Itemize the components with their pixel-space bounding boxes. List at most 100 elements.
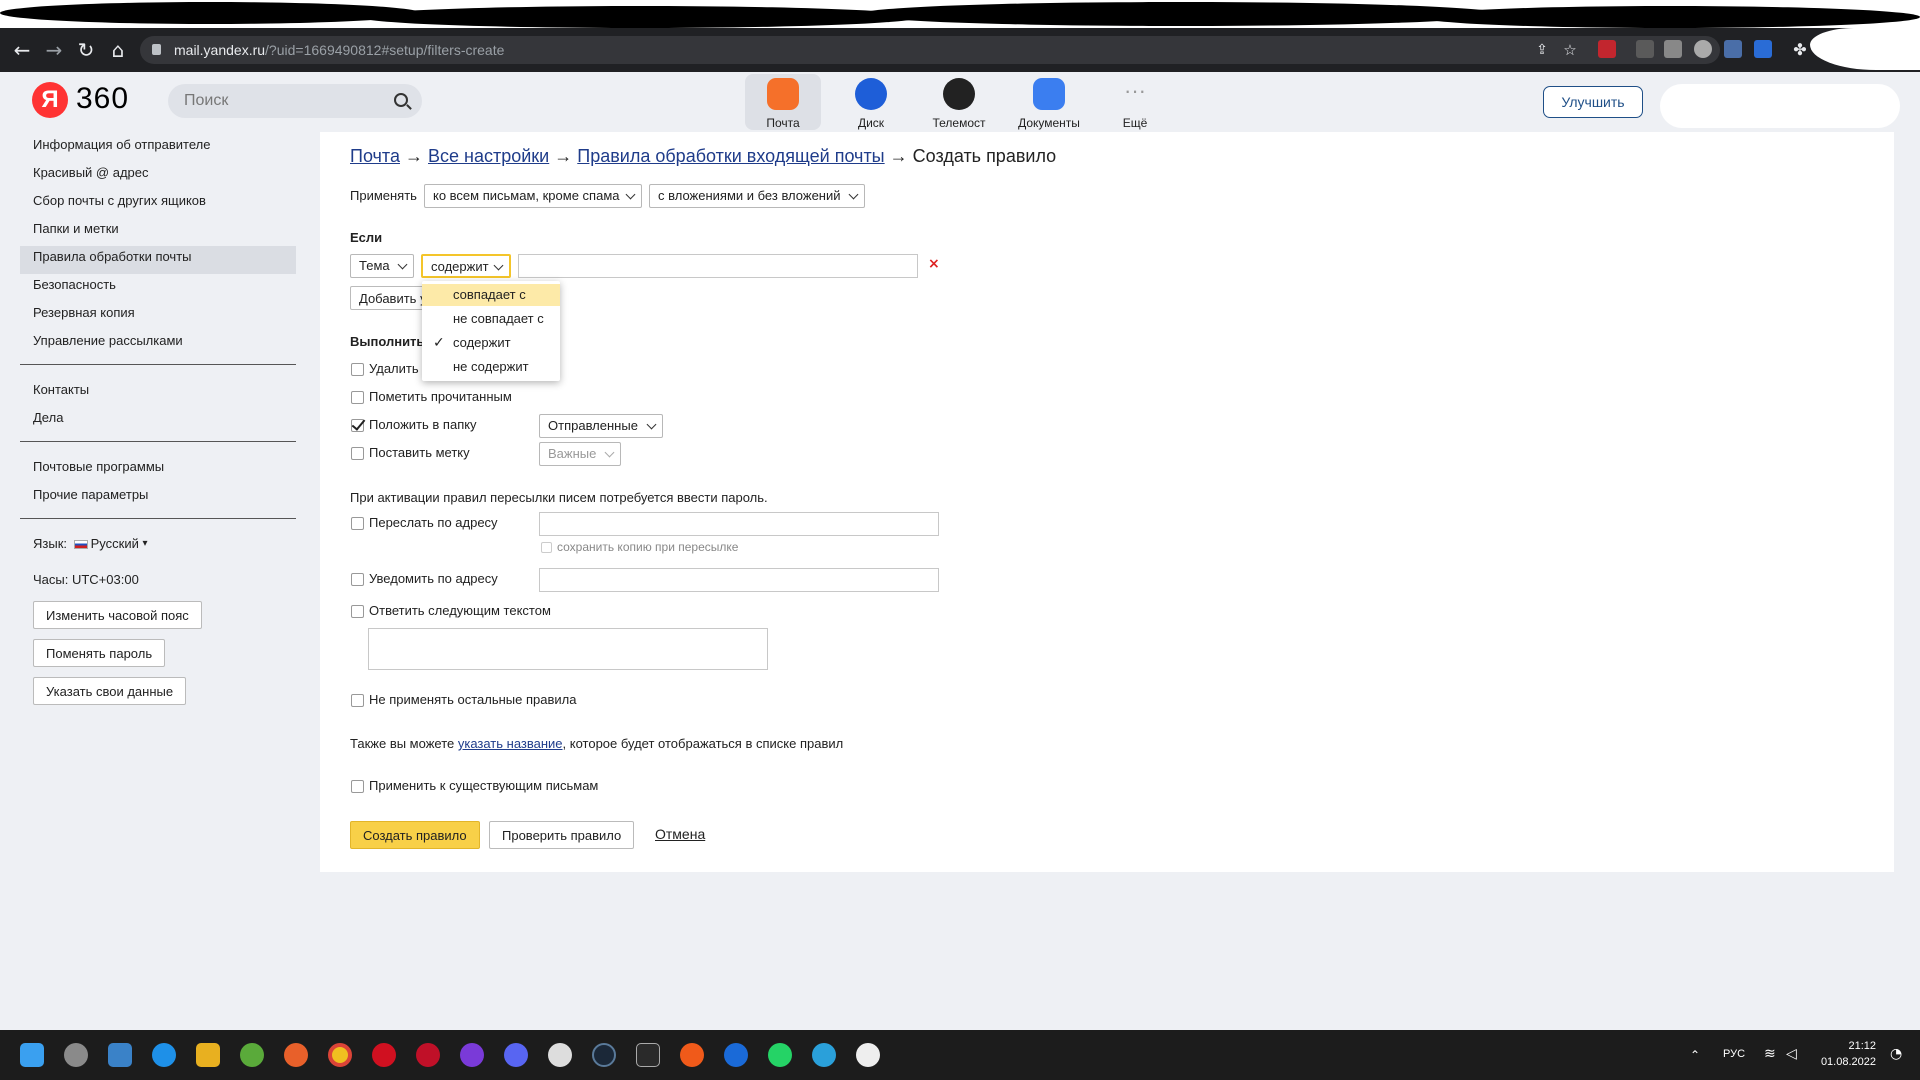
condition-field-select[interactable]: Тема (350, 254, 414, 278)
delete-checkbox[interactable] (351, 363, 364, 376)
service-documents[interactable]: Документы (1009, 74, 1089, 130)
shield-extension-icon[interactable] (1694, 40, 1712, 58)
option-contains[interactable]: ✓ содержит (422, 332, 560, 354)
create-rule-button[interactable]: Создать правило (350, 821, 480, 849)
app-icon[interactable] (548, 1043, 572, 1067)
set-label-checkbox[interactable] (351, 447, 364, 460)
back-icon[interactable]: ← (10, 38, 34, 62)
extension-icon[interactable] (1598, 40, 1616, 58)
home-icon[interactable]: ⌂ (106, 38, 130, 62)
folder-select[interactable]: Отправленные (539, 414, 663, 438)
input-language[interactable]: РУС (1723, 1048, 1745, 1060)
sidebar-item-sender-info[interactable]: Информация об отправителе (20, 134, 296, 162)
app-icon[interactable] (856, 1043, 880, 1067)
utorrent-icon[interactable] (240, 1043, 264, 1067)
telegram-icon[interactable] (812, 1043, 836, 1067)
option-not-equals[interactable]: не совпадает с (422, 308, 560, 330)
service-telemost[interactable]: Телемост (921, 74, 997, 130)
language-selector[interactable]: Русский (91, 536, 139, 551)
sidebar-item-nice-address[interactable]: Красивый @ адрес (20, 162, 296, 190)
app-icon[interactable] (460, 1043, 484, 1067)
volume-icon[interactable]: ◁ (1786, 1046, 1797, 1062)
change-timezone-button[interactable]: Изменить часовой пояс (33, 601, 202, 629)
puzzle-icon[interactable]: ✤ (1788, 38, 1812, 62)
clock-time[interactable]: 21:12 (1812, 1040, 1876, 1052)
chrome-icon[interactable] (328, 1043, 352, 1067)
discord-icon[interactable] (504, 1043, 528, 1067)
bookmark-star-icon[interactable]: ☆ (1558, 38, 1582, 62)
sidebar-item-security[interactable]: Безопасность (20, 274, 296, 302)
notify-checkbox[interactable] (351, 573, 364, 586)
wifi-icon[interactable]: ≋ (1764, 1046, 1776, 1062)
upgrade-button[interactable]: Улучшить (1543, 86, 1643, 118)
battlenet-icon[interactable] (724, 1043, 748, 1067)
service-mail[interactable]: Почта (745, 74, 821, 130)
sidebar-item-backup[interactable]: Резервная копия (20, 302, 296, 330)
check-rule-button[interactable]: Проверить правило (489, 821, 635, 849)
firefox-icon[interactable] (284, 1043, 308, 1067)
search-box[interactable] (168, 84, 422, 118)
opera-icon[interactable] (372, 1043, 396, 1067)
label-select[interactable]: Важные (539, 442, 621, 466)
sidebar-item-mail-programs[interactable]: Почтовые программы (20, 456, 296, 484)
yandex-logo-icon[interactable]: Я (32, 82, 68, 118)
condition-value-input[interactable] (518, 254, 918, 278)
attachments-select[interactable]: с вложениями и без вложений (649, 184, 865, 208)
stop-rules-checkbox[interactable] (351, 694, 364, 707)
v-extension-icon[interactable] (1754, 40, 1772, 58)
service-disk[interactable]: Диск (833, 74, 909, 130)
notifications-icon[interactable]: ◔ (1890, 1046, 1902, 1062)
start-icon[interactable] (20, 1043, 44, 1067)
sidebar-item-other-params[interactable]: Прочие параметры (20, 484, 296, 512)
reload-icon[interactable]: ↻ (74, 38, 98, 62)
reply-checkbox[interactable] (351, 605, 364, 618)
forward-checkbox[interactable] (351, 517, 364, 530)
translate-extension-icon[interactable] (1724, 40, 1742, 58)
lightning-icon[interactable] (152, 1043, 176, 1067)
adblock-extension-icon[interactable] (1636, 40, 1654, 58)
language-caret-icon[interactable]: ▾ (143, 538, 148, 549)
sidebar-item-subscriptions[interactable]: Управление рассылками (20, 330, 296, 358)
sidebar-item-folders[interactable]: Папки и метки (20, 218, 296, 246)
sidebar-item-contacts[interactable]: Контакты (20, 379, 296, 407)
move-to-folder-checkbox[interactable] (351, 419, 364, 432)
change-password-button[interactable]: Поменять пароль (33, 639, 166, 667)
monitor-icon[interactable] (108, 1043, 132, 1067)
cancel-link[interactable]: Отмена (655, 826, 705, 842)
personal-data-button[interactable]: Указать свои данные (33, 677, 187, 705)
search-icon[interactable] (394, 93, 408, 107)
sidebar-item-mail-collector[interactable]: Сбор почты с других ящиков (20, 190, 296, 218)
whatsapp-icon[interactable] (768, 1043, 792, 1067)
steam-icon[interactable] (592, 1043, 616, 1067)
keep-copy-checkbox[interactable] (541, 542, 552, 553)
reply-text-area[interactable] (368, 628, 768, 670)
origin-icon[interactable] (680, 1043, 704, 1067)
condition-operator-select[interactable]: содержит (421, 254, 511, 278)
sidebar-item-todo[interactable]: Дела (20, 407, 296, 435)
share-icon[interactable]: ⇪ (1530, 38, 1554, 62)
notify-address-input[interactable] (539, 568, 939, 592)
opera-gx-icon[interactable] (416, 1043, 440, 1067)
breadcrumb-rules-link[interactable]: Правила обработки входящей почты (577, 146, 884, 166)
forward-address-input[interactable] (539, 512, 939, 536)
breadcrumb-mail-link[interactable]: Почта (350, 146, 400, 166)
address-bar[interactable]: mail.yandex.ru/?uid=1669490812#setup/fil… (140, 36, 1720, 64)
tray-chevron-icon[interactable]: ⌃ (1690, 1048, 1700, 1062)
option-equals[interactable]: совпадает с (422, 284, 560, 306)
sidebar-item-mail-rules[interactable]: Правила обработки почты (20, 246, 296, 274)
set-rule-name-link[interactable]: указать название (458, 736, 563, 751)
settings-icon[interactable] (64, 1043, 88, 1067)
service-more[interactable]: ··· Ещё (1097, 74, 1173, 130)
file-explorer-icon[interactable] (196, 1043, 220, 1067)
mark-read-checkbox[interactable] (351, 391, 364, 404)
apply-existing-checkbox[interactable] (351, 780, 364, 793)
extension-icon[interactable] (1664, 40, 1682, 58)
clock-date[interactable]: 01.08.2022 (1812, 1056, 1876, 1068)
option-not-contains[interactable]: не содержит (422, 356, 560, 378)
remove-condition-icon[interactable]: × (928, 256, 940, 272)
epic-games-icon[interactable] (636, 1043, 660, 1067)
forward-icon[interactable]: → (42, 38, 66, 62)
search-input[interactable] (168, 84, 388, 118)
breadcrumb-settings-link[interactable]: Все настройки (428, 146, 549, 166)
apply-scope-select[interactable]: ко всем письмам, кроме спама (424, 184, 642, 208)
